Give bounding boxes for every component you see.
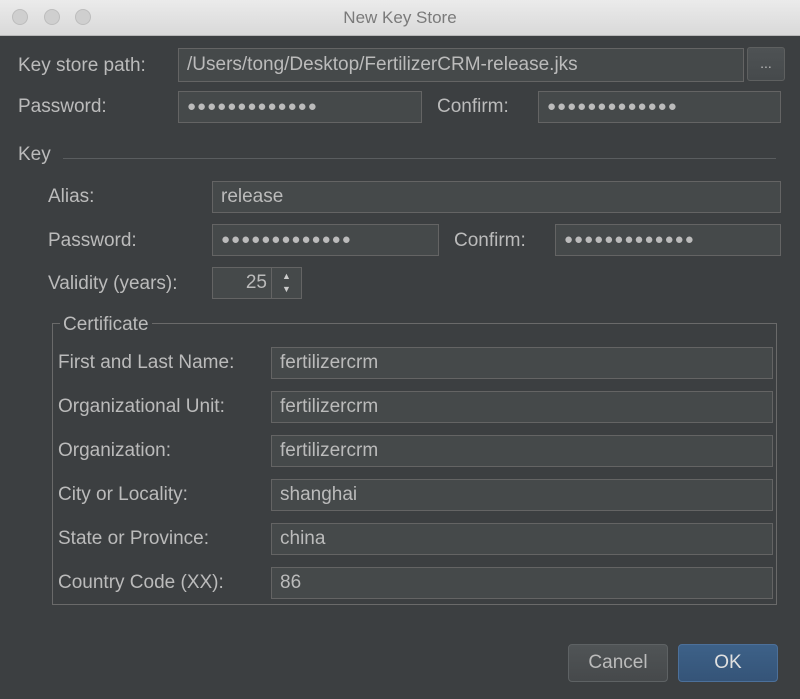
ok-button[interactable]: OK [678, 644, 778, 682]
city-locality-field[interactable]: shanghai [271, 479, 773, 511]
up-down-arrows-icon[interactable]: ▲ ▼ [271, 268, 301, 298]
cancel-button[interactable]: Cancel [568, 644, 668, 682]
city-locality-label: City or Locality: [58, 484, 188, 505]
keystore-confirm-label: Confirm: [437, 96, 509, 117]
title-bar: New Key Store [0, 0, 800, 36]
organization-field[interactable]: fertilizercrm [271, 435, 773, 467]
key-confirm-label: Confirm: [454, 230, 526, 251]
key-section-label: Key [18, 144, 51, 165]
window-title: New Key Store [343, 8, 457, 27]
country-code-field[interactable]: 86 [271, 567, 773, 599]
country-code-label: Country Code (XX): [58, 572, 224, 593]
keystore-confirm-field[interactable]: ●●●●●●●●●●●●● [538, 91, 781, 123]
first-last-name-field[interactable]: fertilizercrm [271, 347, 773, 379]
key-store-path-label: Key store path: [18, 55, 146, 76]
browse-button[interactable]: ... [747, 47, 785, 81]
alias-label: Alias: [48, 186, 95, 207]
alias-field[interactable]: release [212, 181, 781, 213]
validity-spinner[interactable]: 25 ▲ ▼ [212, 267, 302, 299]
keystore-password-field[interactable]: ●●●●●●●●●●●●● [178, 91, 422, 123]
key-password-label: Password: [48, 230, 137, 251]
key-password-field[interactable]: ●●●●●●●●●●●●● [212, 224, 439, 256]
state-province-label: State or Province: [58, 528, 210, 549]
state-province-field[interactable]: china [271, 523, 773, 555]
key-section-separator [63, 158, 776, 159]
organization-label: Organization: [58, 440, 172, 461]
validity-label: Validity (years): [48, 273, 178, 294]
key-store-path-field[interactable]: /Users/tong/Desktop/FertilizerCRM-releas… [178, 48, 744, 82]
keystore-password-label: Password: [18, 96, 107, 117]
validity-value: 25 [245, 272, 267, 293]
key-confirm-field[interactable]: ●●●●●●●●●●●●● [555, 224, 781, 256]
first-last-name-label: First and Last Name: [58, 352, 235, 373]
certificate-legend: Certificate [60, 313, 152, 337]
organizational-unit-field[interactable]: fertilizercrm [271, 391, 773, 423]
organizational-unit-label: Organizational Unit: [58, 396, 225, 417]
